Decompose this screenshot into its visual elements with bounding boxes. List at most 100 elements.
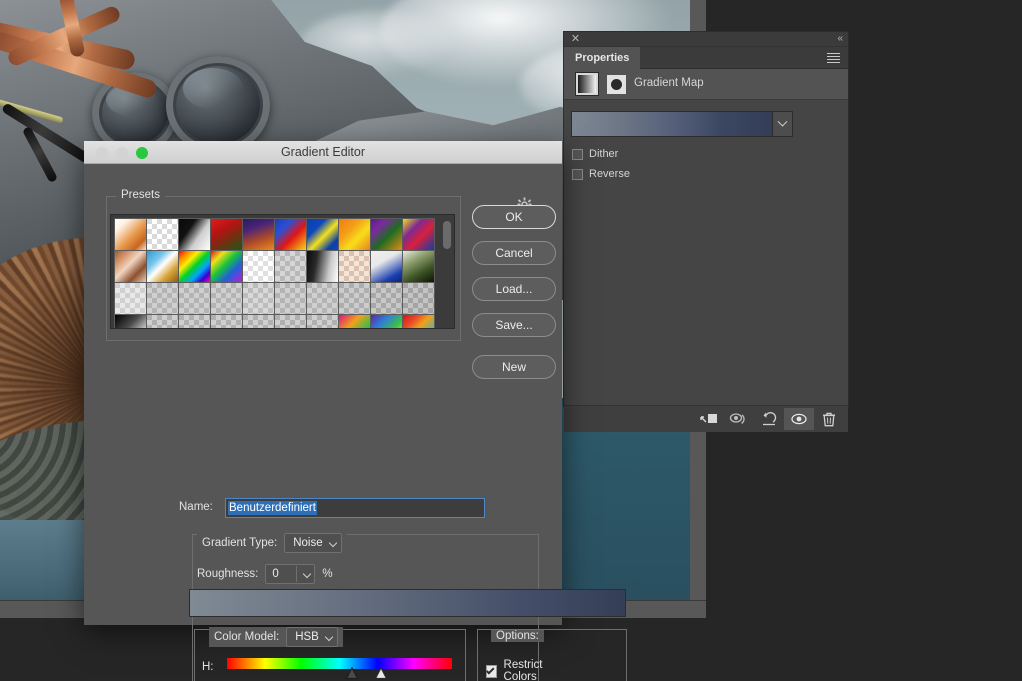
ok-button[interactable]: OK: [472, 205, 556, 229]
options-legend: Options:: [491, 630, 544, 642]
toggle-layer-visibility-icon[interactable]: [784, 408, 814, 430]
preset-swatch[interactable]: [242, 314, 275, 328]
preset-swatch[interactable]: [370, 218, 403, 251]
noise-gradient-preview[interactable]: [189, 589, 626, 617]
gradient-type-row: Gradient Type: Noise: [197, 533, 347, 553]
preset-swatch[interactable]: [146, 250, 179, 283]
preset-swatch[interactable]: [114, 282, 147, 315]
delete-adjustment-layer-icon[interactable]: [814, 408, 844, 430]
checkbox-box: [486, 664, 497, 678]
new-button[interactable]: New: [472, 355, 556, 379]
preset-swatch[interactable]: [306, 314, 339, 328]
restrict-colors-label: Restrict Colors: [503, 659, 543, 681]
preset-swatch[interactable]: [114, 314, 147, 328]
hue-max-handle[interactable]: [374, 667, 388, 680]
gradient-type-label: Gradient Type:: [202, 537, 278, 549]
gradient-name-value[interactable]: Benutzerdefiniert: [228, 501, 317, 515]
presets-scrollbar-thumb[interactable]: [443, 221, 451, 249]
preset-swatch[interactable]: [306, 282, 339, 315]
close-icon[interactable]: ✕: [570, 34, 581, 45]
screen-root: ✕ « Properties Gradient Map Dither Rever…: [0, 0, 1022, 681]
hamburger-menu-icon[interactable]: [827, 53, 840, 63]
preset-swatch[interactable]: [178, 282, 211, 315]
load-button[interactable]: Load...: [472, 277, 556, 301]
gradient-type-select[interactable]: Noise: [284, 533, 342, 553]
preset-swatch[interactable]: [370, 282, 403, 315]
dither-label: Dither: [589, 148, 619, 160]
preset-swatch[interactable]: [146, 282, 179, 315]
chevron-down-icon: [324, 632, 334, 642]
hue-track[interactable]: [227, 658, 452, 669]
preset-swatch[interactable]: [178, 314, 211, 328]
clip-to-layer-icon[interactable]: [694, 408, 724, 430]
preset-swatch[interactable]: [178, 250, 211, 283]
preset-swatch[interactable]: [178, 218, 211, 251]
properties-panel[interactable]: ✕ « Properties Gradient Map Dither Rever…: [563, 31, 849, 432]
color-model-label: Color Model:: [214, 631, 280, 643]
color-model-row: Color Model: HSB: [209, 627, 343, 647]
checkbox-box: [572, 168, 583, 180]
dither-checkbox[interactable]: Dither: [572, 148, 618, 160]
color-model-select[interactable]: HSB: [286, 627, 338, 647]
preset-swatch[interactable]: [210, 282, 243, 315]
reverse-label: Reverse: [589, 168, 630, 180]
adjustment-title: Gradient Map: [634, 77, 704, 89]
cancel-button[interactable]: Cancel: [472, 241, 556, 265]
reverse-checkbox[interactable]: Reverse: [572, 168, 630, 180]
preset-swatch[interactable]: [306, 250, 339, 283]
properties-titlebar: ✕ «: [564, 32, 848, 47]
dialog-body: Presets OK Cancel Load... Save... New Na…: [84, 164, 627, 681]
preset-swatch[interactable]: [146, 314, 179, 328]
preset-swatch[interactable]: [210, 218, 243, 251]
gradient-map-thumbnail-icon[interactable]: [575, 72, 599, 96]
preset-swatch[interactable]: [146, 218, 179, 251]
presets-swatch-grid[interactable]: [114, 218, 435, 328]
roughness-input[interactable]: 0: [265, 564, 316, 584]
preset-swatch[interactable]: [210, 314, 243, 328]
gradient-editor-dialog[interactable]: Gradient Editor Presets OK Cancel Load..…: [84, 141, 627, 681]
dialog-titlebar[interactable]: Gradient Editor: [84, 141, 562, 164]
preset-swatch[interactable]: [274, 218, 307, 251]
preset-swatch[interactable]: [242, 218, 275, 251]
chevron-down-icon[interactable]: [303, 569, 312, 579]
gradient-picker-row[interactable]: [571, 111, 793, 137]
reset-adjustment-icon[interactable]: [754, 408, 784, 430]
restrict-colors-checkbox[interactable]: Restrict Colors: [486, 659, 562, 681]
preset-swatch[interactable]: [274, 314, 307, 328]
preset-swatch[interactable]: [210, 250, 243, 283]
roughness-unit: %: [322, 568, 333, 580]
preset-swatch[interactable]: [274, 282, 307, 315]
chevron-down-icon[interactable]: [773, 111, 793, 137]
presets-swatch-area[interactable]: [110, 214, 455, 329]
preset-swatch[interactable]: [402, 314, 435, 328]
preset-swatch[interactable]: [402, 250, 435, 283]
preset-swatch[interactable]: [242, 282, 275, 315]
preset-swatch[interactable]: [338, 250, 371, 283]
name-label: Name:: [179, 501, 213, 513]
preset-swatch[interactable]: [114, 218, 147, 251]
view-previous-state-icon[interactable]: [724, 408, 754, 430]
preset-swatch[interactable]: [114, 250, 147, 283]
preset-swatch[interactable]: [338, 282, 371, 315]
tab-properties[interactable]: Properties: [564, 47, 641, 69]
save-button[interactable]: Save...: [472, 313, 556, 337]
roughness-value: 0: [272, 568, 279, 580]
preset-swatch[interactable]: [402, 218, 435, 251]
layer-mask-icon[interactable]: [607, 75, 626, 94]
preset-swatch[interactable]: [242, 250, 275, 283]
preset-swatch[interactable]: [370, 250, 403, 283]
preset-swatch[interactable]: [338, 314, 371, 328]
preset-swatch[interactable]: [306, 218, 339, 251]
preset-swatch[interactable]: [370, 314, 403, 328]
checkbox-box: [572, 148, 583, 160]
properties-tab-row: Properties: [564, 47, 848, 69]
gradient-swatch-preview[interactable]: [571, 111, 773, 137]
preset-swatch[interactable]: [274, 250, 307, 283]
adjustment-header: Gradient Map: [564, 69, 848, 100]
presets-scrollbar[interactable]: [440, 216, 453, 327]
preset-swatch[interactable]: [338, 218, 371, 251]
hue-min-handle[interactable]: [345, 667, 359, 680]
double-chevron-left-icon[interactable]: «: [837, 33, 842, 44]
chevron-down-icon: [328, 538, 337, 548]
preset-swatch[interactable]: [402, 282, 435, 315]
